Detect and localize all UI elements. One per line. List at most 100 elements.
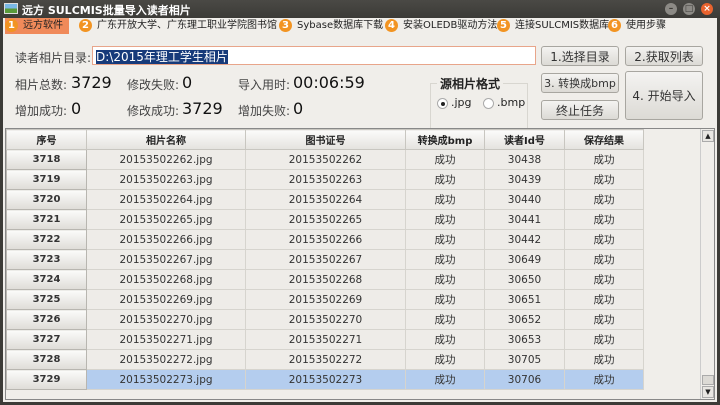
- table-cell[interactable]: 成功: [405, 329, 485, 350]
- table-cell[interactable]: 30440: [484, 189, 565, 210]
- table-cell[interactable]: 成功: [564, 249, 644, 270]
- radio-jpg[interactable]: .jpg: [437, 96, 472, 109]
- table-cell[interactable]: 成功: [405, 229, 485, 250]
- column-header[interactable]: 保存结果: [564, 129, 644, 150]
- table-cell[interactable]: 30705: [484, 349, 565, 370]
- table-cell[interactable]: 30652: [484, 309, 565, 330]
- table-cell[interactable]: 成功: [564, 369, 644, 390]
- table-row[interactable]: 3729 20153502273.jpg 20153502273 成功 30706 成功: [6, 369, 644, 390]
- table-cell[interactable]: 30442: [484, 229, 565, 250]
- table-cell[interactable]: 成功: [405, 249, 485, 270]
- table-cell[interactable]: 20153502273.jpg: [86, 369, 246, 390]
- scroll-thumb[interactable]: [702, 375, 714, 385]
- table-cell[interactable]: 20153502265: [245, 209, 406, 230]
- table-cell[interactable]: 20153502270.jpg: [86, 309, 246, 330]
- table-cell[interactable]: 20153502264: [245, 189, 406, 210]
- table-cell[interactable]: 成功: [564, 349, 644, 370]
- row-header[interactable]: 3721: [6, 209, 87, 230]
- table-cell[interactable]: 20153502262: [245, 149, 406, 170]
- column-header[interactable]: 图书证号: [245, 129, 406, 150]
- table-cell[interactable]: 成功: [405, 269, 485, 290]
- row-header[interactable]: 3729: [6, 369, 87, 390]
- table-cell[interactable]: 30706: [484, 369, 565, 390]
- tab-link-1[interactable]: 1 远方软件: [5, 18, 69, 34]
- close-icon[interactable]: ×: [701, 3, 713, 15]
- stop-task-button[interactable]: 终止任务: [541, 100, 619, 120]
- table-cell[interactable]: 20153502262.jpg: [86, 149, 246, 170]
- table-row[interactable]: 3725 20153502269.jpg 20153502269 成功 30651 成功: [6, 289, 644, 310]
- row-header[interactable]: 3726: [6, 309, 87, 330]
- table-cell[interactable]: 20153502268: [245, 269, 406, 290]
- start-import-button[interactable]: 4. 开始导入: [625, 71, 703, 120]
- get-list-button[interactable]: 2.获取列表: [625, 46, 703, 66]
- table-cell[interactable]: 20153502272.jpg: [86, 349, 246, 370]
- table-cell[interactable]: 20153502269: [245, 289, 406, 310]
- row-header[interactable]: 3723: [6, 249, 87, 270]
- table-row[interactable]: 3727 20153502271.jpg 20153502271 成功 30653 成功: [6, 329, 644, 350]
- table-cell[interactable]: 成功: [564, 309, 644, 330]
- table-cell[interactable]: 30651: [484, 289, 565, 310]
- table-cell[interactable]: 20153502263: [245, 169, 406, 190]
- table-cell[interactable]: 30441: [484, 209, 565, 230]
- row-header[interactable]: 3724: [6, 269, 87, 290]
- scroll-down-icon[interactable]: ▼: [702, 386, 714, 398]
- table-cell[interactable]: 30439: [484, 169, 565, 190]
- table-cell[interactable]: 成功: [405, 149, 485, 170]
- table-cell[interactable]: 成功: [564, 189, 644, 210]
- table-cell[interactable]: 20153502267: [245, 249, 406, 270]
- select-dir-button[interactable]: 1.选择目录: [541, 46, 619, 66]
- table-cell[interactable]: 成功: [405, 369, 485, 390]
- table-cell[interactable]: 20153502273: [245, 369, 406, 390]
- table-row[interactable]: 3726 20153502270.jpg 20153502270 成功 30652 成功: [6, 309, 644, 330]
- table-cell[interactable]: 20153502265.jpg: [86, 209, 246, 230]
- column-header[interactable]: 相片名称: [86, 129, 246, 150]
- table-cell[interactable]: 20153502268.jpg: [86, 269, 246, 290]
- maximize-icon[interactable]: □: [683, 3, 695, 15]
- row-header[interactable]: 3725: [6, 289, 87, 310]
- table-cell[interactable]: 成功: [564, 229, 644, 250]
- table-cell[interactable]: 20153502269.jpg: [86, 289, 246, 310]
- tab-link-5[interactable]: 5 连接SULCMIS数据库: [497, 18, 609, 34]
- tab-link-6[interactable]: 6 使用步骤: [608, 18, 666, 34]
- table-cell[interactable]: 成功: [405, 209, 485, 230]
- table-cell[interactable]: 成功: [564, 169, 644, 190]
- table-row[interactable]: 3723 20153502267.jpg 20153502267 成功 30649 成功: [6, 249, 644, 270]
- table-cell[interactable]: 20153502271.jpg: [86, 329, 246, 350]
- table-row[interactable]: 3728 20153502272.jpg 20153502272 成功 30705 成功: [6, 349, 644, 370]
- row-header[interactable]: 3718: [6, 149, 87, 170]
- table-cell[interactable]: 30649: [484, 249, 565, 270]
- table-cell[interactable]: 成功: [564, 269, 644, 290]
- table-cell[interactable]: 20153502263.jpg: [86, 169, 246, 190]
- table-cell[interactable]: 20153502272: [245, 349, 406, 370]
- table-cell[interactable]: 成功: [405, 349, 485, 370]
- table-cell[interactable]: 30438: [484, 149, 565, 170]
- row-header[interactable]: 3722: [6, 229, 87, 250]
- table-cell[interactable]: 成功: [405, 309, 485, 330]
- table-row[interactable]: 3718 20153502262.jpg 20153502262 成功 30438 成功: [6, 149, 644, 170]
- table-cell[interactable]: 20153502264.jpg: [86, 189, 246, 210]
- minimize-icon[interactable]: –: [665, 3, 677, 15]
- table-cell[interactable]: 成功: [564, 289, 644, 310]
- column-header[interactable]: 转换成bmp: [405, 129, 485, 150]
- tab-link-2[interactable]: 2 广东开放大学、广东理工职业学院图书馆: [79, 18, 277, 34]
- vertical-scrollbar[interactable]: ▲ ▼: [700, 129, 714, 399]
- table-row[interactable]: 3719 20153502263.jpg 20153502263 成功 30439 成功: [6, 169, 644, 190]
- table-cell[interactable]: 成功: [564, 149, 644, 170]
- table-cell[interactable]: 成功: [564, 209, 644, 230]
- table-cell[interactable]: 20153502266: [245, 229, 406, 250]
- table-row[interactable]: 3724 20153502268.jpg 20153502268 成功 30650 成功: [6, 269, 644, 290]
- tab-link-4[interactable]: 4 安装OLEDB驱动方法: [385, 18, 497, 34]
- table-cell[interactable]: 成功: [564, 329, 644, 350]
- table-row[interactable]: 3720 20153502264.jpg 20153502264 成功 30440 成功: [6, 189, 644, 210]
- table-cell[interactable]: 30653: [484, 329, 565, 350]
- table-cell[interactable]: 成功: [405, 289, 485, 310]
- row-header[interactable]: 3719: [6, 169, 87, 190]
- table-cell[interactable]: 20153502271: [245, 329, 406, 350]
- table-cell[interactable]: 成功: [405, 169, 485, 190]
- row-header[interactable]: 3720: [6, 189, 87, 210]
- dir-input[interactable]: D:\2015年理工学生相片: [92, 46, 536, 65]
- table-cell[interactable]: 30650: [484, 269, 565, 290]
- table-cell[interactable]: 20153502267.jpg: [86, 249, 246, 270]
- table-cell[interactable]: 20153502266.jpg: [86, 229, 246, 250]
- column-header[interactable]: 序号: [6, 129, 87, 150]
